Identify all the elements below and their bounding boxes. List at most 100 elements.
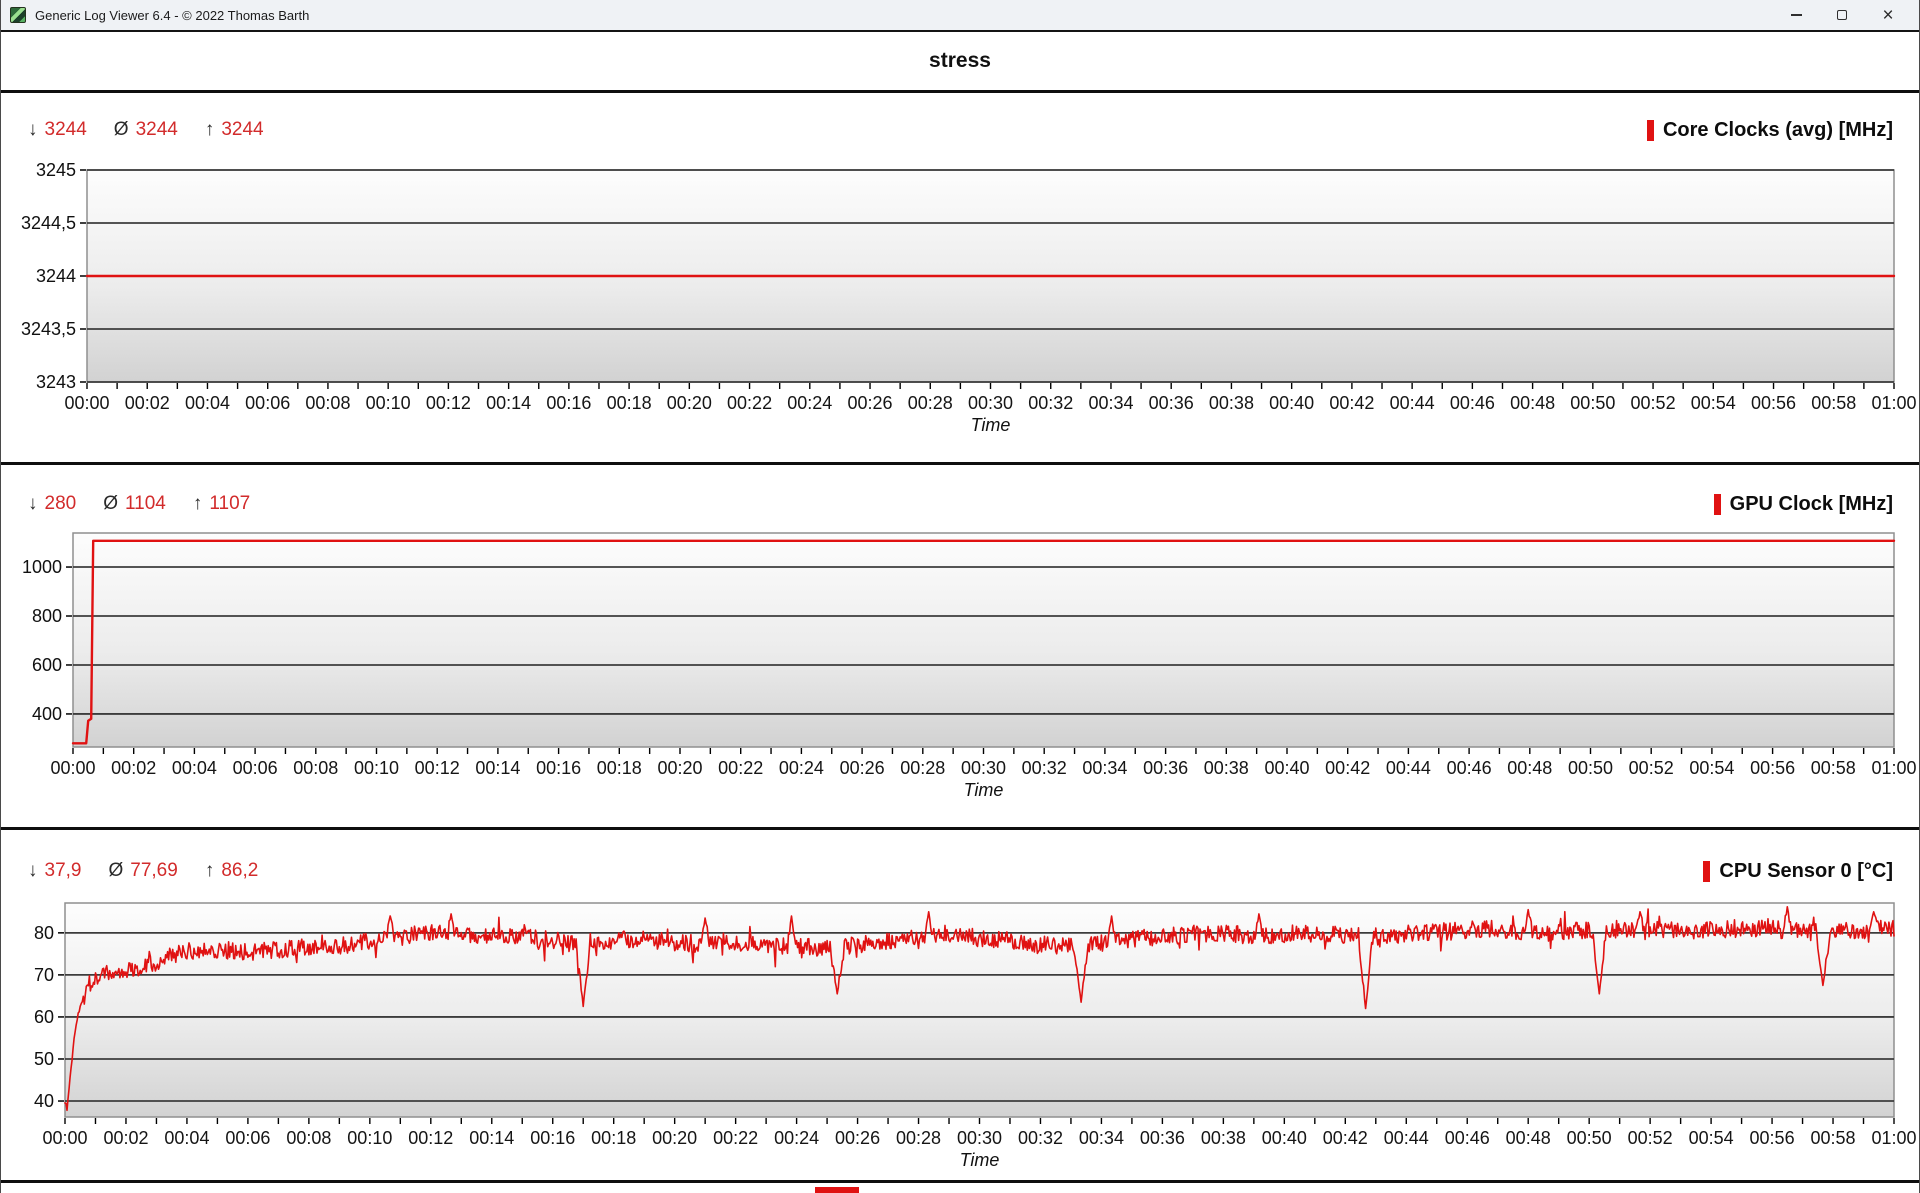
svg-text:00:42: 00:42: [1325, 758, 1370, 778]
svg-text:00:26: 00:26: [835, 1128, 880, 1148]
svg-text:70: 70: [34, 965, 54, 985]
svg-text:00:44: 00:44: [1386, 758, 1431, 778]
svg-text:00:52: 00:52: [1628, 1128, 1673, 1148]
svg-text:00:36: 00:36: [1143, 758, 1188, 778]
svg-text:00:26: 00:26: [848, 393, 893, 413]
svg-text:00:04: 00:04: [164, 1128, 209, 1148]
svg-text:800: 800: [32, 606, 62, 626]
svg-text:00:56: 00:56: [1750, 758, 1795, 778]
svg-text:00:38: 00:38: [1209, 393, 1254, 413]
svg-text:3243,5: 3243,5: [21, 319, 76, 339]
svg-text:00:48: 00:48: [1510, 393, 1555, 413]
minimize-icon: [1791, 14, 1802, 16]
svg-text:3243: 3243: [36, 372, 76, 392]
svg-text:00:50: 00:50: [1570, 393, 1615, 413]
svg-text:00:54: 00:54: [1689, 758, 1734, 778]
svg-text:00:18: 00:18: [597, 758, 642, 778]
partial-next-panel: [1, 1183, 1919, 1193]
svg-text:00:50: 00:50: [1568, 758, 1613, 778]
chart-panel-gpu-clock: ↓ 280 Ø 1104 ↑ 1107 GPU Clock [MHz] 1000…: [1, 465, 1919, 830]
svg-text:00:20: 00:20: [652, 1128, 697, 1148]
svg-text:00:08: 00:08: [305, 393, 350, 413]
svg-text:00:30: 00:30: [968, 393, 1013, 413]
svg-text:00:32: 00:32: [1018, 1128, 1063, 1148]
maximize-icon: [1837, 10, 1847, 20]
svg-text:00:08: 00:08: [293, 758, 338, 778]
svg-text:00:54: 00:54: [1689, 1128, 1734, 1148]
svg-text:00:52: 00:52: [1631, 393, 1676, 413]
svg-text:00:30: 00:30: [957, 1128, 1002, 1148]
svg-text:00:10: 00:10: [354, 758, 399, 778]
svg-text:60: 60: [34, 1007, 54, 1027]
minimize-button[interactable]: [1773, 0, 1819, 30]
svg-text:00:00: 00:00: [50, 758, 95, 778]
svg-text:00:38: 00:38: [1204, 758, 1249, 778]
window-title: Generic Log Viewer 6.4 - © 2022 Thomas B…: [35, 8, 309, 23]
svg-text:3245: 3245: [36, 160, 76, 180]
svg-text:00:28: 00:28: [908, 393, 953, 413]
titlebar: Generic Log Viewer 6.4 - © 2022 Thomas B…: [1, 0, 1919, 30]
svg-text:00:34: 00:34: [1082, 758, 1127, 778]
svg-text:00:04: 00:04: [172, 758, 217, 778]
svg-text:00:00: 00:00: [64, 393, 109, 413]
svg-text:00:06: 00:06: [225, 1128, 270, 1148]
chart-cpu-sensor[interactable]: 807060504000:0000:0200:0400:0600:0800:10…: [1, 830, 1920, 1180]
svg-text:00:02: 00:02: [125, 393, 170, 413]
svg-text:00:56: 00:56: [1751, 393, 1796, 413]
close-button[interactable]: ×: [1865, 0, 1911, 30]
svg-text:00:48: 00:48: [1507, 758, 1552, 778]
chart-core-clocks[interactable]: 32453244,532443243,5324300:0000:0200:040…: [1, 93, 1920, 462]
svg-text:01:00: 01:00: [1871, 1128, 1916, 1148]
svg-text:00:02: 00:02: [111, 758, 156, 778]
window-controls: ×: [1773, 0, 1911, 30]
chart-panel-cpu-sensor: ↓ 37,9 Ø 77,69 ↑ 86,2 CPU Sensor 0 [°C] …: [1, 830, 1919, 1183]
svg-text:00:46: 00:46: [1450, 393, 1495, 413]
svg-text:00:04: 00:04: [185, 393, 230, 413]
svg-text:01:00: 01:00: [1871, 393, 1916, 413]
partial-next-panel-marker: [815, 1187, 859, 1193]
svg-text:00:34: 00:34: [1088, 393, 1133, 413]
svg-text:00:36: 00:36: [1140, 1128, 1185, 1148]
svg-text:3244: 3244: [36, 266, 76, 286]
maximize-button[interactable]: [1819, 0, 1865, 30]
svg-text:Time: Time: [964, 780, 1004, 800]
svg-text:00:56: 00:56: [1750, 1128, 1795, 1148]
chart-panel-core-clocks: ↓ 3244 Ø 3244 ↑ 3244 Core Clocks (avg) […: [1, 93, 1919, 465]
svg-text:40: 40: [34, 1091, 54, 1111]
chart-gpu-clock[interactable]: 100080060040000:0000:0200:0400:0600:0800…: [1, 465, 1920, 827]
svg-text:00:46: 00:46: [1445, 1128, 1490, 1148]
svg-text:50: 50: [34, 1049, 54, 1069]
svg-text:00:22: 00:22: [718, 758, 763, 778]
svg-text:01:00: 01:00: [1871, 758, 1916, 778]
svg-text:00:32: 00:32: [1028, 393, 1073, 413]
svg-text:00:22: 00:22: [727, 393, 772, 413]
svg-text:00:16: 00:16: [536, 758, 581, 778]
svg-text:00:44: 00:44: [1390, 393, 1435, 413]
svg-text:00:44: 00:44: [1384, 1128, 1429, 1148]
svg-text:00:10: 00:10: [366, 393, 411, 413]
svg-text:Time: Time: [971, 415, 1011, 435]
svg-text:80: 80: [34, 923, 54, 943]
page-header: stress: [1, 30, 1919, 93]
svg-text:00:12: 00:12: [426, 393, 471, 413]
svg-text:00:40: 00:40: [1264, 758, 1309, 778]
svg-text:00:02: 00:02: [103, 1128, 148, 1148]
svg-text:00:20: 00:20: [667, 393, 712, 413]
svg-text:00:34: 00:34: [1079, 1128, 1124, 1148]
svg-text:00:40: 00:40: [1269, 393, 1314, 413]
svg-text:00:24: 00:24: [774, 1128, 819, 1148]
svg-text:00:24: 00:24: [787, 393, 832, 413]
svg-text:00:42: 00:42: [1323, 1128, 1368, 1148]
svg-text:00:30: 00:30: [961, 758, 1006, 778]
svg-text:00:08: 00:08: [286, 1128, 331, 1148]
svg-text:00:18: 00:18: [607, 393, 652, 413]
svg-text:00:52: 00:52: [1629, 758, 1674, 778]
svg-text:00:58: 00:58: [1811, 758, 1856, 778]
svg-text:00:18: 00:18: [591, 1128, 636, 1148]
svg-text:00:46: 00:46: [1447, 758, 1492, 778]
svg-text:00:12: 00:12: [408, 1128, 453, 1148]
svg-text:00:40: 00:40: [1262, 1128, 1307, 1148]
svg-text:Time: Time: [960, 1150, 1000, 1170]
svg-text:00:24: 00:24: [779, 758, 824, 778]
svg-text:00:14: 00:14: [475, 758, 520, 778]
